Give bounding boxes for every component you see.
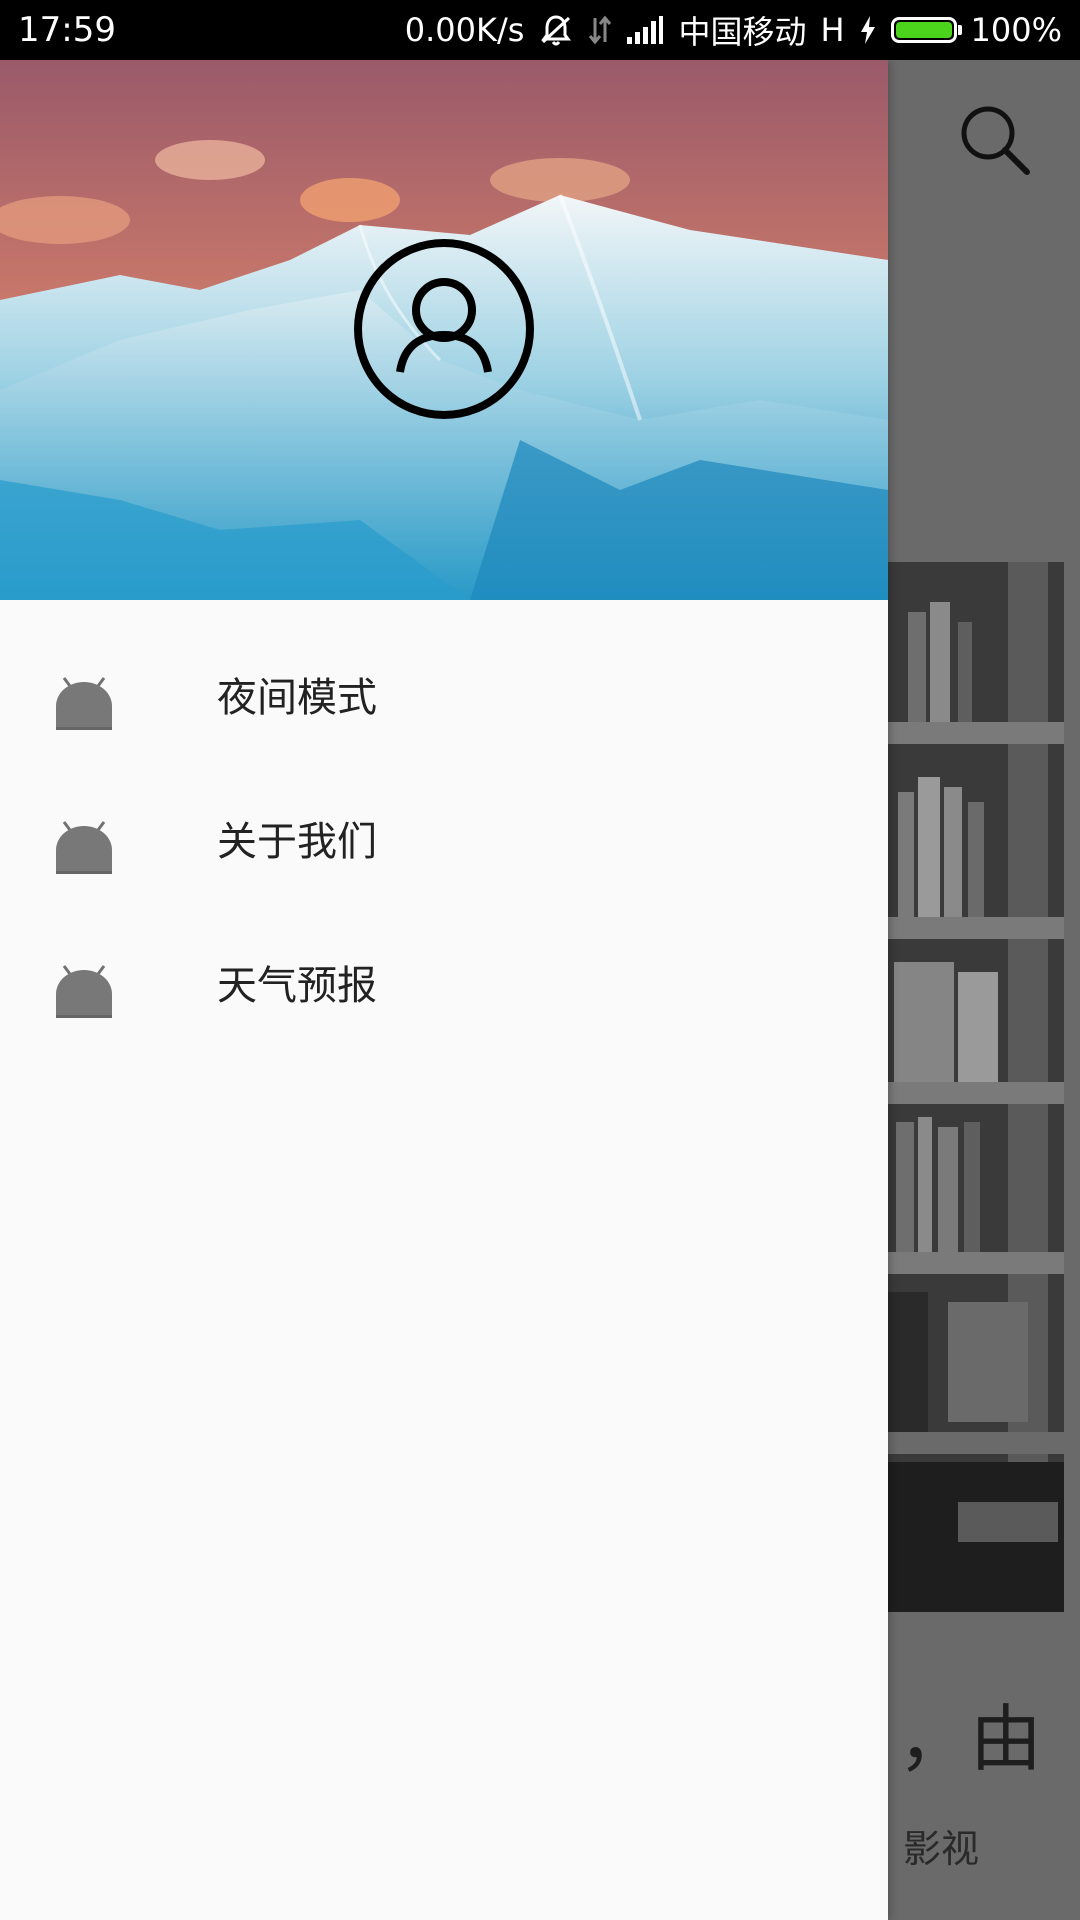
charging-icon bbox=[859, 15, 877, 45]
battery-percent: 100% bbox=[970, 11, 1062, 49]
menu-item-weather[interactable]: 天气预报 bbox=[0, 948, 888, 1092]
android-icon bbox=[56, 965, 112, 1018]
status-bar: 17:59 0.00K/s 中国移动 H 100% bbox=[0, 0, 1080, 60]
article-subtitle-fragment: 影视 bbox=[903, 1827, 980, 1871]
signal-icon bbox=[626, 15, 664, 45]
drawer-menu: 夜间模式 关于我们 天气预报 bbox=[0, 660, 888, 1092]
menu-item-label: 天气预报 bbox=[217, 963, 377, 1009]
battery-icon bbox=[890, 17, 962, 43]
drawer-header bbox=[0, 60, 888, 600]
network-speed: 0.00K/s bbox=[404, 11, 525, 49]
data-transfer-icon bbox=[588, 14, 612, 46]
search-icon[interactable] bbox=[955, 100, 1035, 180]
app-screen: 17:59 0.00K/s 中国移动 H 100% ，由 影视 夜间模式 关于我… bbox=[0, 0, 1080, 1920]
navigation-drawer: 夜间模式 关于我们 天气预报 bbox=[0, 60, 888, 1920]
android-icon bbox=[56, 821, 112, 874]
status-icons: 0.00K/s 中国移动 H 100% bbox=[405, 6, 1062, 54]
mute-icon bbox=[538, 12, 574, 48]
article-title-fragment: ，由 bbox=[898, 1697, 1043, 1781]
menu-item-label: 夜间模式 bbox=[217, 675, 377, 721]
menu-item-label: 关于我们 bbox=[217, 819, 377, 865]
user-avatar-icon[interactable] bbox=[352, 237, 536, 421]
status-time: 17:59 bbox=[18, 10, 116, 50]
android-icon bbox=[56, 677, 112, 730]
menu-item-night-mode[interactable]: 夜间模式 bbox=[0, 660, 888, 804]
bookshelf-image bbox=[888, 562, 1064, 1612]
menu-item-about-us[interactable]: 关于我们 bbox=[0, 804, 888, 948]
carrier-name: 中国移动 bbox=[678, 13, 807, 51]
network-type: H bbox=[820, 11, 845, 49]
